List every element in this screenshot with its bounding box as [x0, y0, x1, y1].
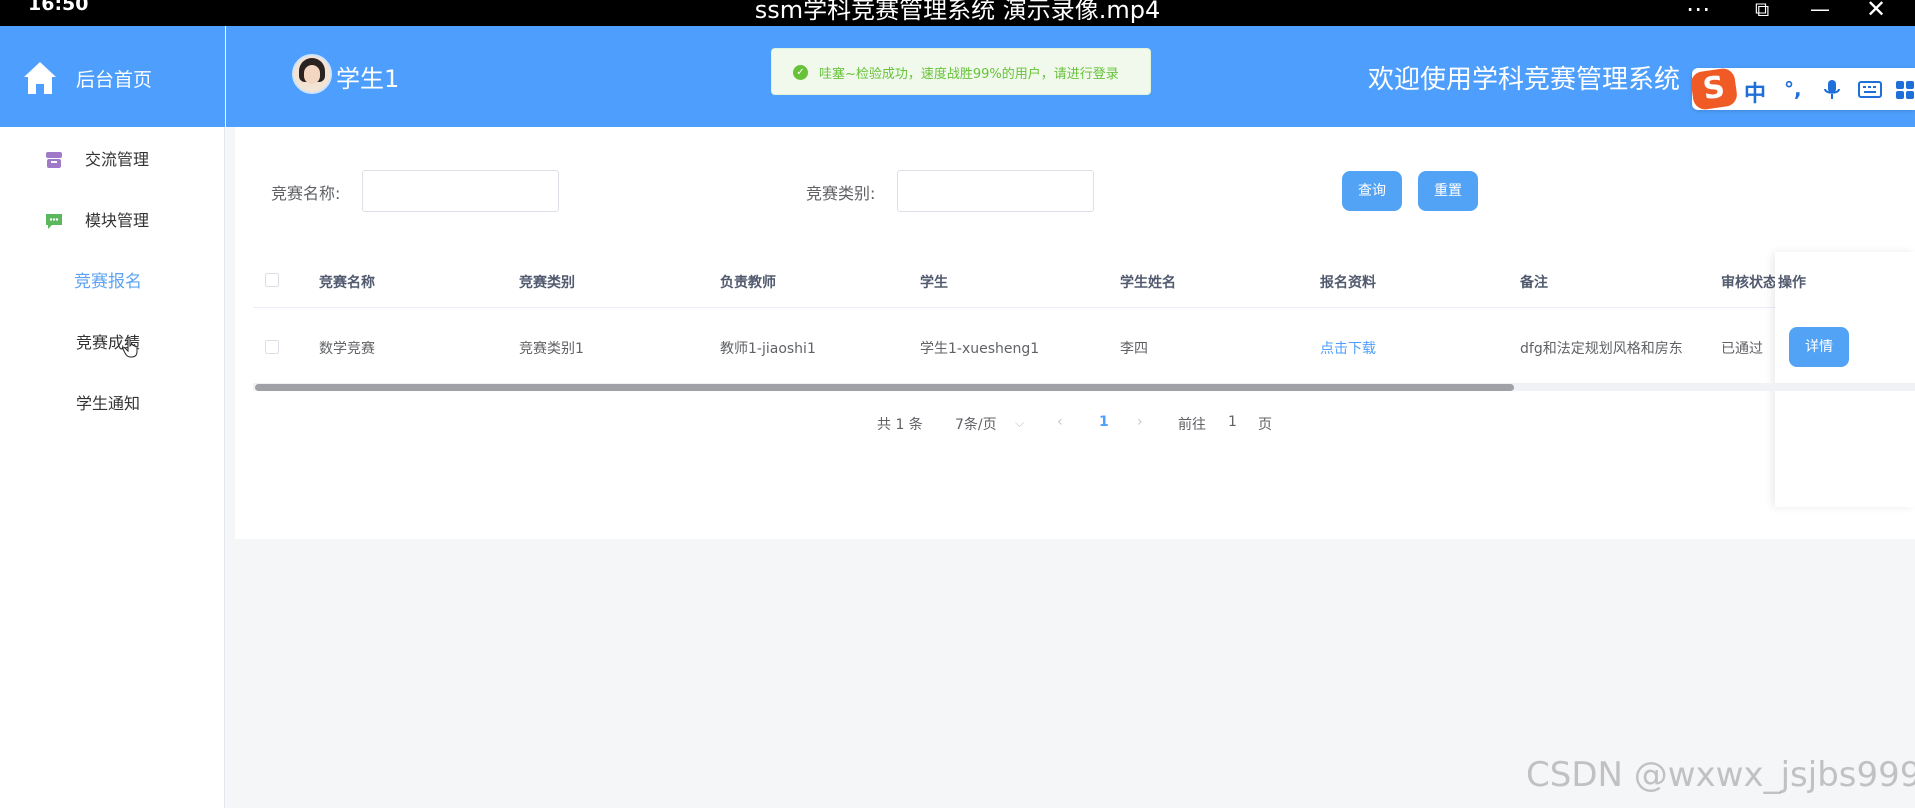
ime-toolbar: S 中 °,: [1689, 67, 1915, 111]
cell-teacher: 教师1-jiaoshi1: [720, 341, 816, 357]
cell-student: 学生1-xuesheng1: [920, 341, 1040, 357]
sidebar-item-label: 学生通知: [75, 394, 140, 413]
sidebar: 后台首页 交流管理 模块管理 竞赛报名 竞赛成绩 学生通知: [0, 26, 225, 808]
competition-name-label: 竞赛名称:: [271, 184, 341, 203]
page-suffix: 页: [1258, 417, 1272, 433]
check-circle-icon: ✓: [793, 65, 808, 80]
competition-type-label: 竞赛类别:: [806, 184, 876, 203]
player-bar: 16:50 ssm学科竞赛管理系统 演示录像.mp4 ⋯ ⧉ — ✕: [0, 0, 1915, 26]
goto-label: 前往: [1178, 417, 1206, 433]
grid-menu-icon[interactable]: [1895, 80, 1915, 100]
sidebar-item-exchange[interactable]: 交流管理: [0, 145, 225, 175]
row-checkbox[interactable]: [265, 340, 279, 354]
pip-icon[interactable]: ⧉: [1755, 0, 1769, 22]
operation-column: 操作: [1775, 252, 1915, 507]
col-header-remark: 备注: [1520, 275, 1548, 291]
cell-name: 数学竞赛: [319, 341, 375, 357]
sidebar-item-label: 模块管理: [85, 211, 150, 230]
avatar[interactable]: [292, 54, 332, 94]
sogou-logo-icon[interactable]: S: [1689, 67, 1739, 111]
col-header-action: 操作: [1778, 275, 1806, 291]
watermark: CSDN @wxwx_jsjbs999: [1526, 755, 1915, 795]
sidebar-item-scores[interactable]: 竞赛成绩: [0, 328, 225, 358]
player-title: ssm学科竞赛管理系统 演示录像.mp4: [754, 0, 1161, 24]
competition-name-input[interactable]: [362, 170, 559, 212]
close-icon[interactable]: ✕: [1866, 0, 1886, 22]
more-icon[interactable]: ⋯: [1686, 0, 1710, 22]
sidebar-home[interactable]: 后台首页: [0, 26, 225, 127]
home-icon: [24, 62, 56, 94]
col-header-status: 审核状态: [1721, 275, 1777, 291]
mouse-cursor-icon: [122, 336, 138, 358]
detail-button[interactable]: 详情: [1789, 327, 1849, 367]
col-header-student: 学生: [920, 275, 948, 291]
next-page-icon[interactable]: ›: [1137, 414, 1143, 430]
sidebar-item-label: 竞赛成绩: [75, 333, 140, 352]
ime-language-toggle[interactable]: 中: [1744, 76, 1766, 108]
col-header-student-name: 学生姓名: [1120, 275, 1176, 291]
query-button[interactable]: 查询: [1342, 171, 1402, 211]
sidebar-item-notice[interactable]: 学生通知: [0, 389, 225, 419]
col-header-name: 竞赛名称: [319, 275, 375, 291]
success-toast: ✓ 哇塞~检验成功，速度战胜99%的用户，请进行登录: [771, 48, 1151, 95]
competition-type-input[interactable]: [897, 170, 1094, 212]
sidebar-item-label: 竞赛报名: [74, 272, 142, 292]
archive-icon: [46, 152, 62, 168]
table-scrollbar[interactable]: [255, 384, 1514, 391]
select-all-checkbox[interactable]: [265, 273, 279, 287]
col-header-material: 报名资料: [1320, 275, 1376, 291]
cell-remark: dfg和法定规划风格和房东: [1520, 341, 1683, 357]
cell-status: 已通过: [1721, 341, 1763, 357]
header-divider: [253, 307, 1915, 308]
microphone-icon[interactable]: [1824, 79, 1840, 101]
download-link[interactable]: 点击下载: [1320, 338, 1376, 358]
page-size-select[interactable]: 7条/页: [955, 414, 997, 434]
welcome-title: 欢迎使用学科竞赛管理系统: [1368, 65, 1681, 95]
sidebar-item-module[interactable]: 模块管理: [0, 206, 225, 236]
chat-icon: [46, 214, 62, 229]
goto-page-input[interactable]: 1: [1228, 414, 1237, 430]
pagination-total: 共 1 条: [877, 417, 923, 433]
chevron-down-icon[interactable]: ⌵: [1015, 416, 1024, 431]
sidebar-item-label: 交流管理: [85, 150, 150, 169]
main-panel: 竞赛名称: 竞赛类别: 查询 重置 竞赛名称 竞赛类别 负责教师 学生 学生姓名…: [235, 127, 1915, 539]
user-name: 学生1: [336, 65, 400, 93]
prev-page-icon[interactable]: ‹: [1057, 414, 1063, 430]
col-header-type: 竞赛类别: [519, 275, 575, 291]
punctuation-icon[interactable]: °,: [1784, 78, 1802, 100]
sidebar-item-registration[interactable]: 竞赛报名: [0, 267, 225, 297]
col-header-teacher: 负责教师: [720, 275, 776, 291]
reset-button[interactable]: 重置: [1418, 171, 1478, 211]
cell-type: 竞赛类别1: [519, 341, 584, 357]
toast-message: 哇塞~检验成功，速度战胜99%的用户，请进行登录: [819, 67, 1119, 82]
current-page[interactable]: 1: [1099, 414, 1109, 430]
sidebar-home-label: 后台首页: [76, 69, 153, 91]
minimize-icon[interactable]: —: [1810, 0, 1830, 22]
cell-student-name: 李四: [1120, 341, 1148, 357]
keyboard-icon[interactable]: [1858, 81, 1882, 98]
